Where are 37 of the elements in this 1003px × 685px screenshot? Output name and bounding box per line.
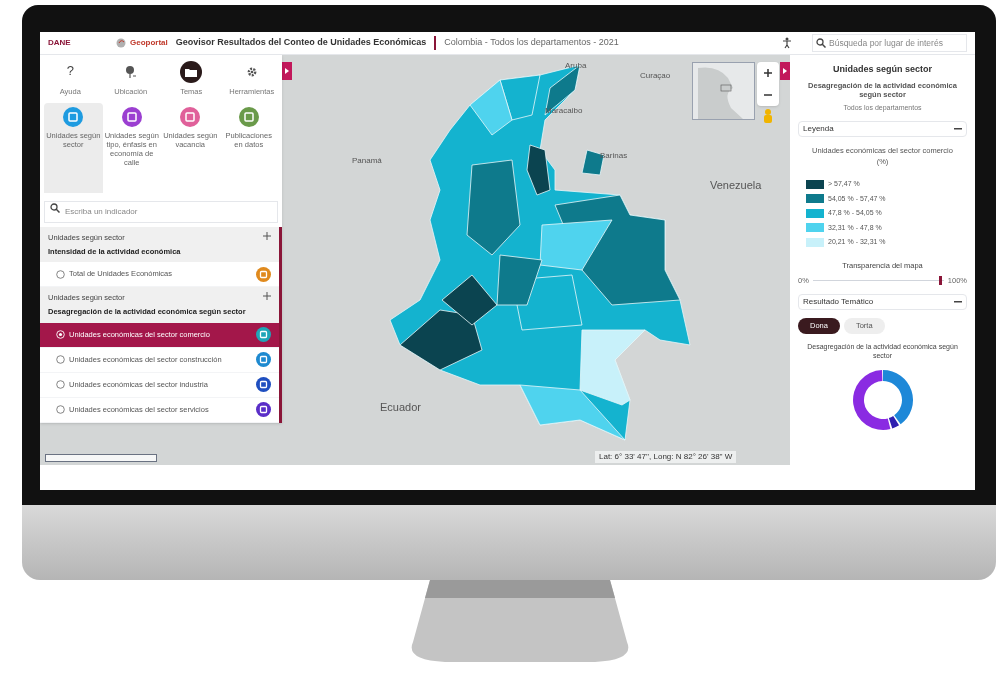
collapse-panel-tab[interactable]: [282, 62, 292, 80]
app-subtitle: Colombia - Todos los departamentos - 2021: [444, 36, 620, 50]
map[interactable]: [40, 55, 790, 465]
radio-icon[interactable]: [56, 269, 65, 279]
pin-icon[interactable]: [124, 64, 137, 79]
help-icon[interactable]: ?: [66, 63, 74, 80]
radio-icon[interactable]: [56, 405, 65, 414]
panel-title: Unidades según sector: [832, 63, 933, 76]
slider-thumb[interactable]: [938, 275, 942, 285]
collapse-panel-tab[interactable]: [780, 62, 790, 80]
search-field[interactable]: Búsqueda por lugar de interés: [812, 34, 967, 52]
plus-icon[interactable]: [263, 292, 271, 300]
radio-icon[interactable]: [56, 355, 65, 364]
accessibility-icon[interactable]: [782, 37, 792, 49]
app-title: Geovisor Resultados del Conteo de Unidades Económicas: [175, 36, 427, 50]
dane-logo[interactable]: DANE: [48, 37, 108, 49]
toolbar-help-button[interactable]: ?: [59, 60, 82, 83]
gear-icon[interactable]: [245, 65, 258, 78]
map-place-label: Venezuela: [710, 178, 762, 193]
map-place-label: Panamá: [352, 155, 382, 167]
map-place-label: Aruba: [565, 60, 587, 72]
search-icon: [50, 203, 60, 213]
result-section-header[interactable]: Resultado Temático: [798, 294, 967, 310]
map-place-label: Curaçao: [640, 70, 671, 82]
coordinates-label: Lat: 6° 33' 47'', Long: N 82° 26' 38'' W: [595, 451, 737, 463]
map-place-label: Ecuador: [380, 400, 421, 415]
legend-section-header[interactable]: Leyenda: [798, 121, 967, 137]
radio-icon[interactable]: [56, 380, 65, 389]
donut-chart: [850, 368, 915, 432]
search-icon: [816, 38, 826, 48]
folder-icon[interactable]: [185, 66, 198, 77]
globe-icon: [116, 38, 126, 48]
map-place-label: Barinas: [600, 150, 628, 162]
plus-icon[interactable]: [263, 231, 271, 240]
indicator-search-field[interactable]: Escriba un indicador: [44, 200, 278, 223]
toolbar-themes-button[interactable]: [180, 60, 203, 83]
portal-logo[interactable]: Geoportal: [130, 37, 168, 49]
